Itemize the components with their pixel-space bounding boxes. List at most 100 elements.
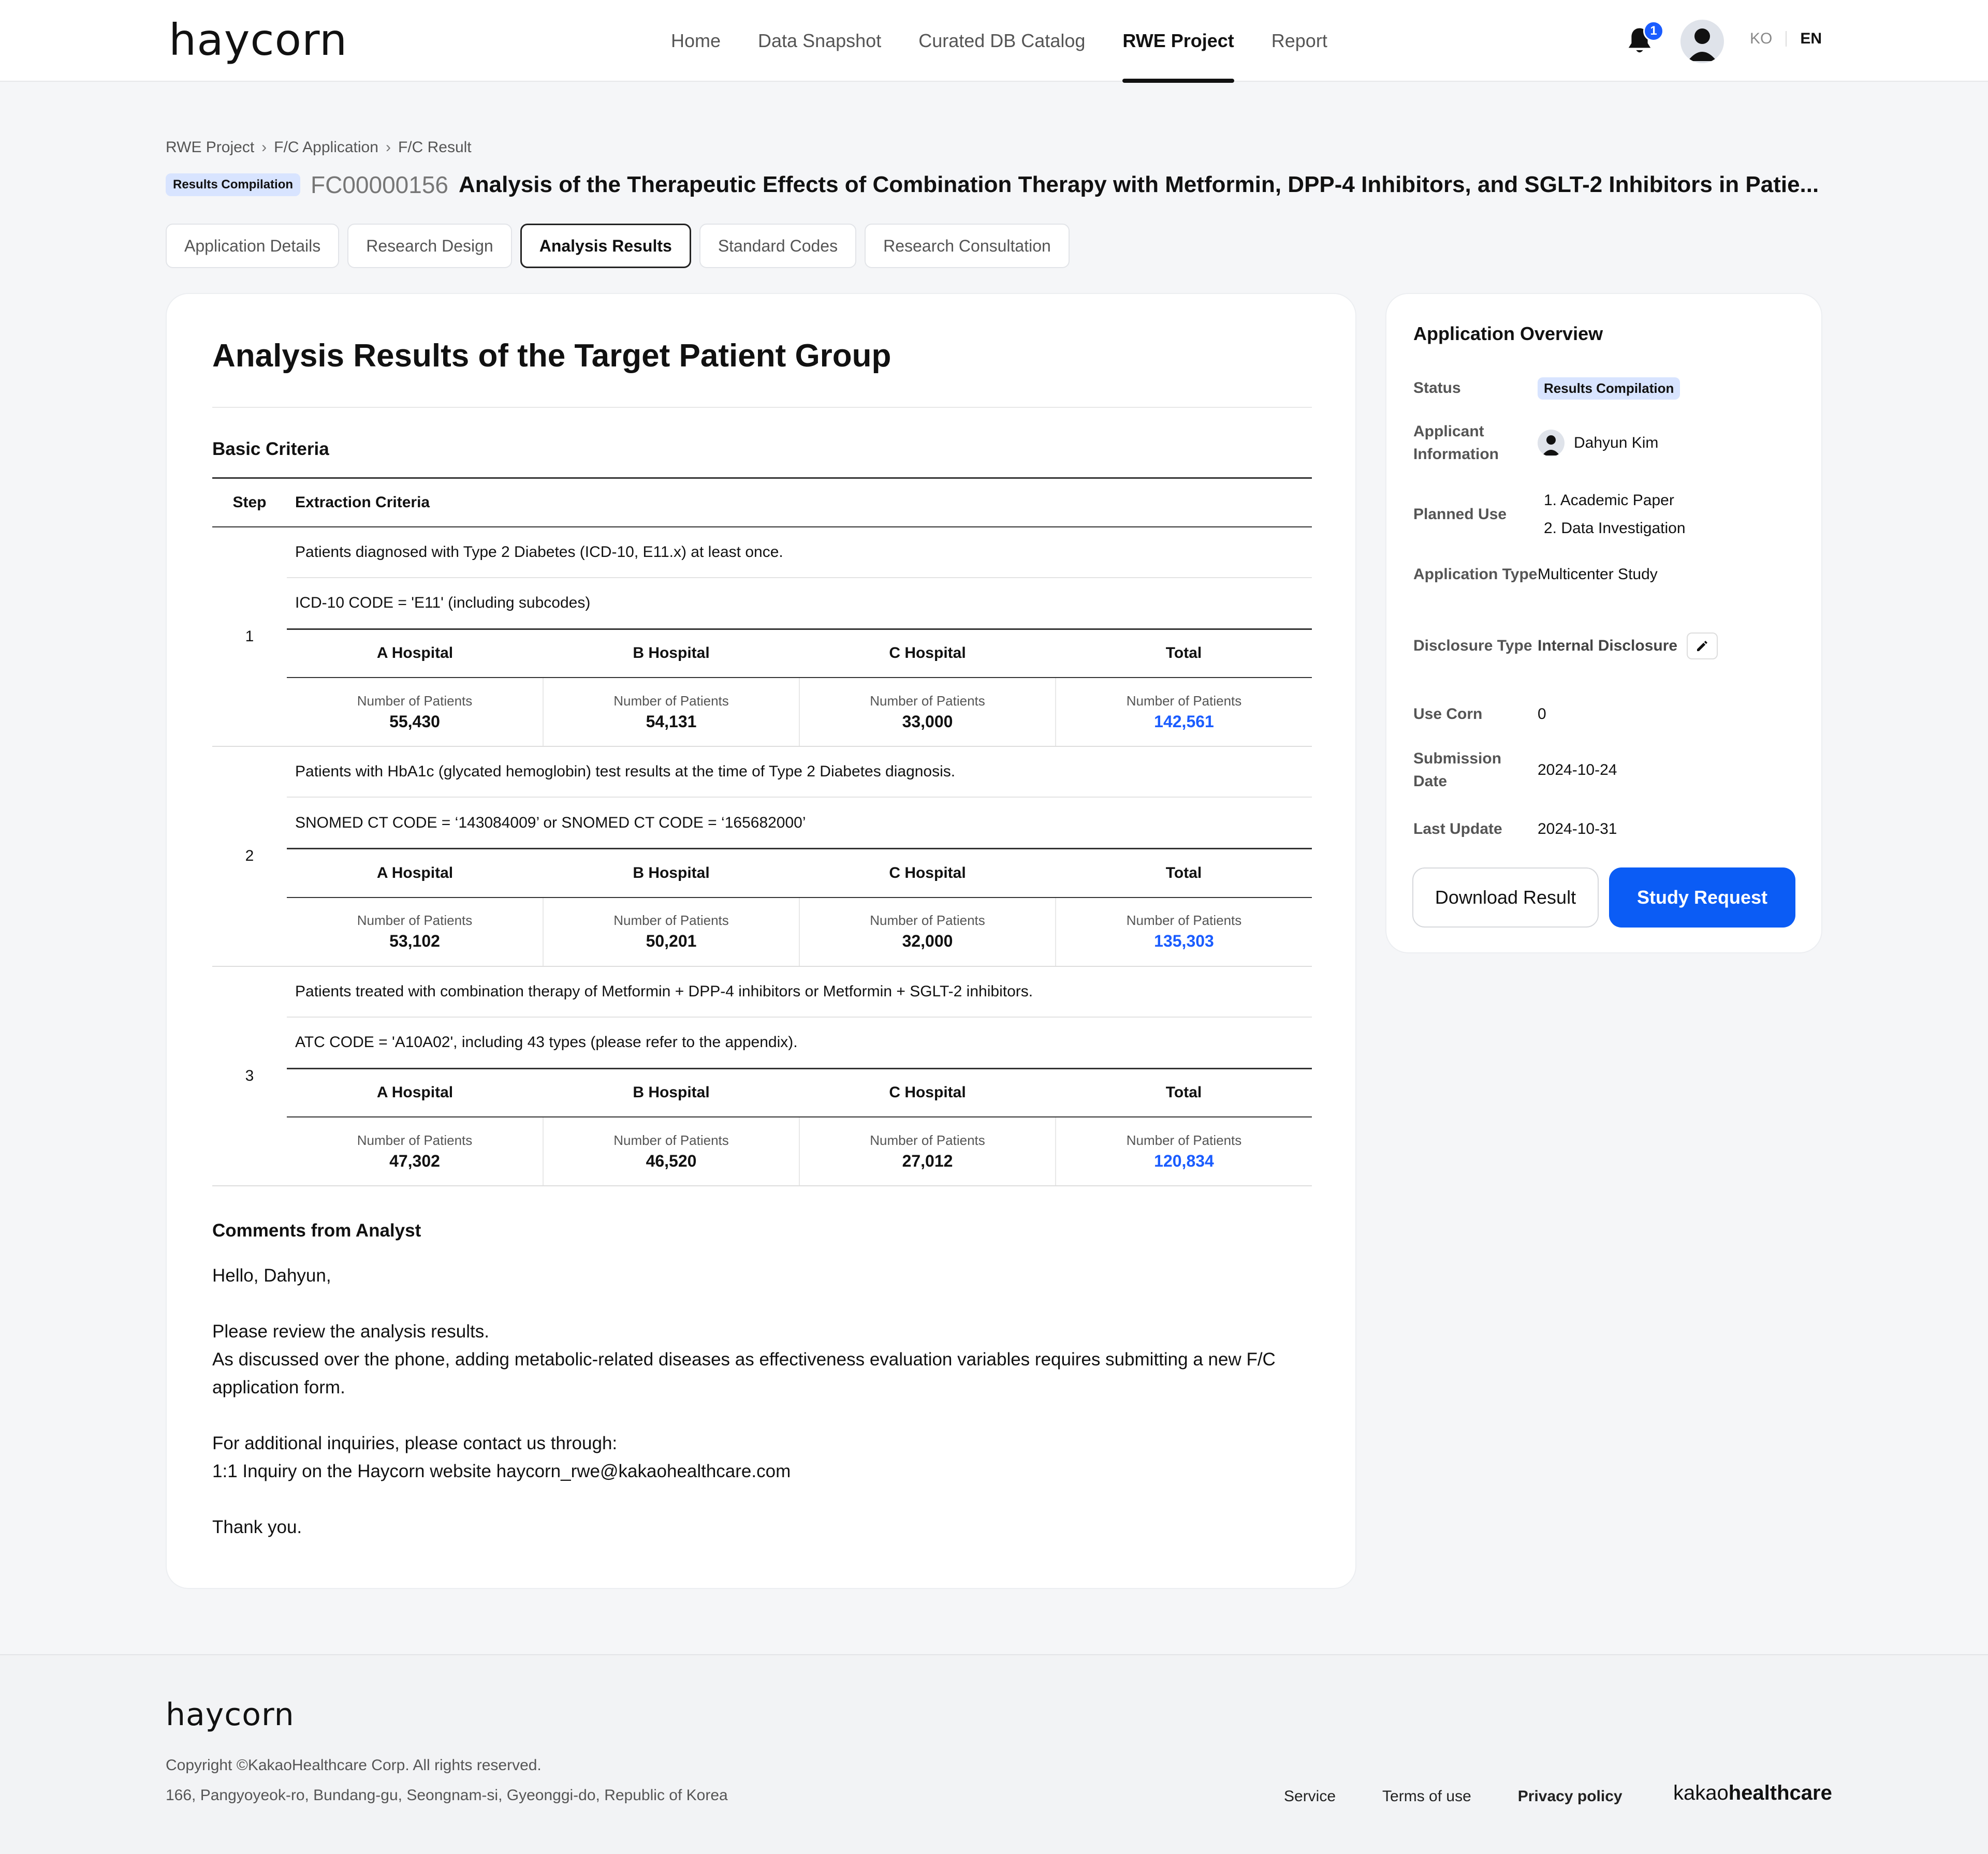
overview-app-type-row: Application Type Multicenter Study [1413, 563, 1807, 586]
tab-research-design[interactable]: Research Design [347, 224, 512, 268]
hospital-b-count: Number of Patients 50,201 [543, 897, 799, 966]
tab-application-details[interactable]: Application Details [166, 224, 340, 268]
hospital-counts: A Hospital B Hospital C Hospital Total N… [287, 848, 1312, 967]
patients-label: Number of Patients [613, 693, 729, 709]
status-label: Status [1413, 379, 1461, 396]
project-id: FC00000156 [311, 171, 449, 198]
copyright: Copyright ©KakaoHealthcare Corp. All rig… [166, 1757, 542, 1774]
comment-closing: Thank you. [212, 1517, 302, 1537]
nav-curated-db-catalog[interactable]: Curated DB Catalog [918, 0, 1085, 82]
study-request-button[interactable]: Study Request [1609, 867, 1795, 928]
address: 166, Pangyoyeok-ro, Bundang-gu, Seongnam… [166, 1787, 728, 1804]
hospital-b-header: B Hospital [543, 848, 799, 898]
use-corn-label: Use Corn [1413, 705, 1483, 723]
table-row: A Hospital B Hospital C Hospital Total N… [212, 628, 1312, 747]
hospital-a-count: Number of Patients 47,302 [287, 1117, 543, 1185]
total-header: Total [1056, 1067, 1312, 1117]
table-row: 1 Patients diagnosed with Type 2 Diabete… [212, 526, 1312, 747]
footer-links: Service Terms of use Privacy policy [1284, 1788, 1622, 1805]
app-type-value: Multicenter Study [1538, 566, 1658, 583]
page-title: Analysis of the Therapeutic Effects of C… [459, 172, 1819, 197]
submission-value: 2024-10-24 [1538, 761, 1617, 778]
planned-use-label: Planned Use [1413, 506, 1507, 523]
patients-label: Number of Patients [1126, 913, 1242, 928]
kakaohealthcare-logo[interactable]: kakaohealthcare [1673, 1782, 1832, 1805]
patients-label: Number of Patients [1126, 1132, 1242, 1148]
overview-title: Application Overview [1413, 323, 1603, 344]
disclosure-value: Internal Disclosure [1538, 637, 1678, 654]
hospital-counts: A Hospital B Hospital C Hospital Total N… [287, 1067, 1312, 1186]
table-header-row: Step Extraction Criteria [212, 477, 1312, 527]
tab-bar: Application Details Research Design Anal… [166, 224, 1070, 268]
criteria-code: ATC CODE = 'A10A02', including 43 types … [295, 1034, 798, 1051]
chevron-right-icon: › [261, 139, 267, 156]
download-result-button[interactable]: Download Result [1412, 867, 1599, 928]
user-avatar[interactable] [1680, 20, 1724, 63]
overview-planned-use-row: Planned Use 1. Academic Paper 2. Data In… [1413, 487, 1807, 542]
footer: haycorn Copyright ©KakaoHealthcare Corp.… [0, 1654, 1988, 1854]
submission-label: Submission Date [1413, 750, 1502, 790]
hospital-c-count: Number of Patients 32,000 [799, 897, 1056, 966]
lang-en[interactable]: EN [1800, 30, 1822, 48]
hospital-table: A Hospital B Hospital C Hospital Total N… [287, 1067, 1312, 1185]
user-icon [1688, 28, 1717, 61]
edit-disclosure-button[interactable] [1687, 632, 1718, 659]
tab-analysis-results[interactable]: Analysis Results [520, 224, 691, 268]
hospital-c-header: C Hospital [799, 628, 1056, 678]
footer-link-terms[interactable]: Terms of use [1382, 1788, 1471, 1805]
brand-bold: healthcare [1728, 1782, 1832, 1804]
total-value: 142,561 [1154, 712, 1214, 731]
tab-standard-codes[interactable]: Standard Codes [699, 224, 857, 268]
analyst-comments: Hello, Dahyun, Please review the analysi… [212, 1262, 1312, 1541]
footer-haycorn-logo[interactable]: haycorn [166, 1697, 295, 1733]
status-badge: Results Compilation [1538, 377, 1680, 400]
footer-link-service[interactable]: Service [1284, 1788, 1336, 1805]
applicant-name: Dahyun Kim [1574, 434, 1659, 451]
patients-label: Number of Patients [357, 693, 473, 709]
tab-research-consultation[interactable]: Research Consultation [865, 224, 1070, 268]
nav-report[interactable]: Report [1271, 0, 1327, 82]
patients-value: 27,012 [902, 1151, 953, 1170]
patients-value: 55,430 [389, 712, 440, 731]
list-item: 2. Data Investigation [1544, 520, 1686, 537]
nav-data-snapshot[interactable]: Data Snapshot [758, 0, 881, 82]
section-title: Analysis Results of the Target Patient G… [212, 338, 891, 374]
patients-label: Number of Patients [870, 1132, 985, 1148]
total-count: Number of Patients 135,303 [1055, 897, 1312, 966]
breadcrumb-fc-application[interactable]: F/C Application [274, 139, 378, 156]
comment-line: For additional inquiries, please contact… [212, 1433, 618, 1453]
patients-value: 32,000 [902, 932, 953, 950]
footer-link-privacy[interactable]: Privacy policy [1518, 1788, 1622, 1805]
breadcrumb-fc-result[interactable]: F/C Result [398, 139, 472, 156]
hospital-b-header: B Hospital [543, 628, 799, 678]
patients-value: 47,302 [389, 1151, 440, 1170]
overview-use-corn-row: Use Corn 0 [1413, 703, 1807, 726]
notification-badge: 1 [1643, 21, 1664, 41]
overview-disclosure-row: Disclosure Type Internal Disclosure [1413, 632, 1807, 659]
hospital-c-header: C Hospital [799, 1067, 1056, 1117]
hospital-a-header: A Hospital [287, 1067, 543, 1117]
lang-divider [1786, 31, 1787, 47]
haycorn-logo[interactable]: haycorn [169, 14, 347, 65]
hospital-counts: A Hospital B Hospital C Hospital Total N… [287, 628, 1312, 747]
total-count: Number of Patients 120,834 [1055, 1117, 1312, 1185]
nav-rwe-project[interactable]: RWE Project [1122, 0, 1235, 83]
total-value: 120,834 [1154, 1151, 1214, 1170]
nav-home[interactable]: Home [671, 0, 721, 82]
table-row: ICD-10 CODE = 'E11' (including subcodes) [212, 578, 1312, 628]
basic-criteria-heading: Basic Criteria [212, 439, 329, 459]
patients-label: Number of Patients [357, 1132, 473, 1148]
breadcrumb-rwe-project[interactable]: RWE Project [166, 139, 254, 156]
table-row: A Hospital B Hospital C Hospital Total N… [212, 848, 1312, 967]
comment-line: 1:1 Inquiry on the Haycorn website hayco… [212, 1461, 791, 1481]
patients-label: Number of Patients [870, 913, 985, 928]
total-header: Total [1056, 848, 1312, 898]
user-icon [1542, 435, 1560, 455]
table-row: SNOMED CT CODE = ‘143084009’ or SNOMED C… [212, 797, 1312, 848]
lang-ko[interactable]: KO [1750, 30, 1772, 48]
column-header-step: Step [212, 477, 287, 527]
table-row: ATC CODE = 'A10A02', including 43 types … [212, 1017, 1312, 1068]
total-value: 135,303 [1154, 932, 1214, 950]
project-title-row: Results Compilation FC00000156 Analysis … [166, 171, 1819, 199]
use-corn-value: 0 [1538, 705, 1546, 723]
